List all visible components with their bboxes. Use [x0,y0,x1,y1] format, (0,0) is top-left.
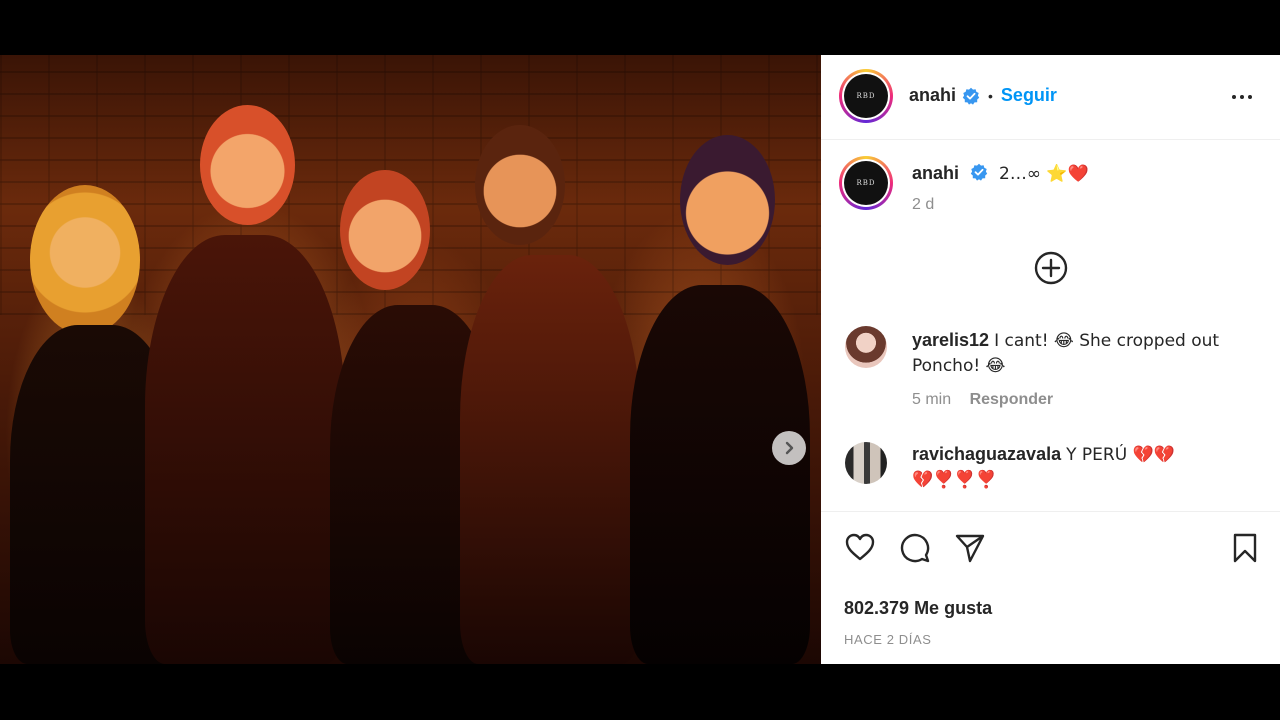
comment-body: ravichaguazavala Y PERÚ 💔💔💔❣️❣️❣️ [912,442,1257,492]
commenter-avatar[interactable] [845,442,887,484]
separator-dot: • [988,87,993,104]
next-photo-button[interactable] [772,431,806,465]
commenter-avatar[interactable] [845,326,887,368]
comment-username[interactable]: ravichaguazavala [912,444,1061,464]
post-side-panel: RBD anahi • Seguir RBD anahi 2…∞ ⭐❤️ 2 d [821,55,1280,664]
send-icon[interactable] [954,532,986,564]
comment-username[interactable]: yarelis12 [912,330,989,350]
comment-meta: 5 min Responder [912,388,1257,412]
photo-person-5 [600,115,821,664]
bookmark-icon[interactable] [1231,532,1259,564]
reply-button[interactable]: Responder [970,391,1054,408]
caption-avatar-logo: RBD [844,161,888,205]
post-actions: 802.379 Me gusta HACE 2 DÍAS [821,511,1280,665]
comment-time: 5 min [912,391,952,408]
follow-button[interactable]: Seguir [1001,85,1057,106]
like-count[interactable]: 802.379 Me gusta [844,598,992,619]
post-timestamp: HACE 2 DÍAS [844,632,932,647]
chevron-right-icon [785,441,794,455]
more-horizontal-icon[interactable] [1230,85,1254,109]
heart-icon[interactable] [844,532,876,562]
comment-body: yarelis12 I cant! 😂 She cropped out Ponc… [912,328,1257,412]
plus-circle-icon[interactable] [1034,251,1068,285]
avatar-logo: RBD [844,74,888,118]
verified-badge-icon [962,87,980,105]
post-photo[interactable] [0,55,821,664]
caption-time: 2 d [912,196,935,213]
post-header: RBD anahi • Seguir [821,55,1280,140]
caption-author-avatar[interactable]: RBD [839,156,893,210]
caption-text: 2…∞ ⭐❤️ [999,164,1089,184]
verified-badge-icon [970,163,988,181]
author-username[interactable]: anahi [909,85,956,106]
caption-username[interactable]: anahi [912,163,959,183]
caption: anahi 2…∞ ⭐❤️ [912,163,1089,184]
comment-icon[interactable] [899,532,931,564]
author-avatar[interactable]: RBD [839,69,893,123]
